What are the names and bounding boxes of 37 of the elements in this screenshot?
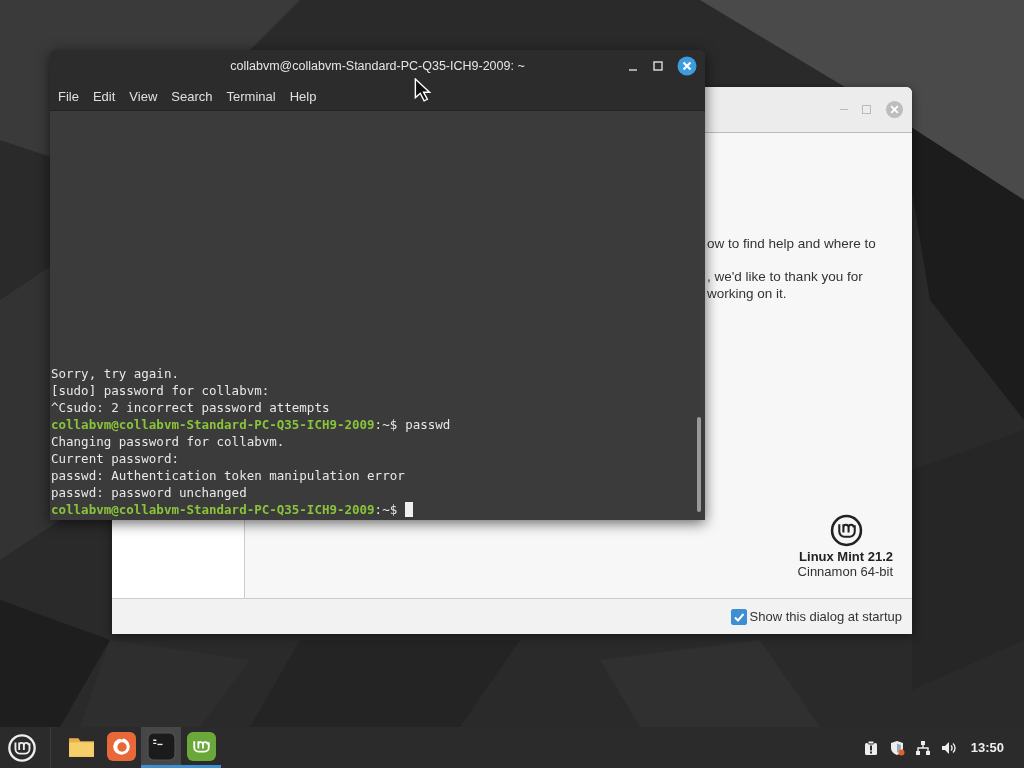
prompt-path: :~$ <box>374 416 398 433</box>
menu-item[interactable]: Help <box>283 85 323 107</box>
command-text: passwd <box>405 416 451 433</box>
menu-item[interactable]: Terminal <box>220 85 282 107</box>
edition-label: Cinnamon 64-bit <box>797 564 893 579</box>
clock[interactable]: 13:50 <box>970 740 1004 755</box>
startup-checkbox[interactable]: Show this dialog at startup <box>730 608 902 625</box>
scrollbar-thumb[interactable] <box>697 417 701 512</box>
window-title: collabvm@collabvm-Standard-PC-Q35-ICH9-2009: ~ <box>230 59 525 73</box>
checkbox[interactable] <box>730 608 747 625</box>
body-text: , we'd like to thank you for working on it. <box>707 268 863 302</box>
menu-item[interactable]: Edit <box>86 85 122 107</box>
output-line: ^Csudo: 2 incorrect password attempts <box>51 399 330 416</box>
maximize-icon[interactable] <box>652 60 664 72</box>
close-icon[interactable] <box>677 56 697 76</box>
mint-menu-icon[interactable] <box>7 732 37 763</box>
mint-logo-icon <box>830 514 863 547</box>
network-icon[interactable] <box>914 739 931 756</box>
output-line: Sorry, try again. <box>51 365 179 382</box>
terminal-icon[interactable] <box>141 727 181 768</box>
output-line: [sudo] password for collabvm: <box>51 382 270 399</box>
prompt-user-host: collabvm@collabvm-Standard-PC-Q35-ICH9-2009 <box>51 501 375 518</box>
shield-icon[interactable] <box>888 739 905 756</box>
output-line: passwd: password unchanged <box>51 484 247 501</box>
product-name: Linux Mint 21.2 <box>799 549 893 564</box>
mouse-pointer-icon <box>414 78 432 102</box>
body-text: ow to find help and where to <box>707 235 876 252</box>
checkbox-label[interactable]: Show this dialog at startup <box>749 609 902 624</box>
output-line: Changing password for collabvm. <box>51 433 285 450</box>
prompt-user-host: collabvm@collabvm-Standard-PC-Q35-ICH9-2009 <box>51 416 375 433</box>
prompt-path: :~$ <box>374 501 398 518</box>
output-line: passwd: Authentication token manipulation error <box>51 467 405 484</box>
menu-item[interactable]: Search <box>165 85 219 107</box>
menu-item[interactable]: View <box>123 85 164 107</box>
menu-item[interactable]: File <box>52 85 85 107</box>
clipboard-alert-icon[interactable] <box>862 739 879 756</box>
output-line: Current password: <box>51 450 179 467</box>
